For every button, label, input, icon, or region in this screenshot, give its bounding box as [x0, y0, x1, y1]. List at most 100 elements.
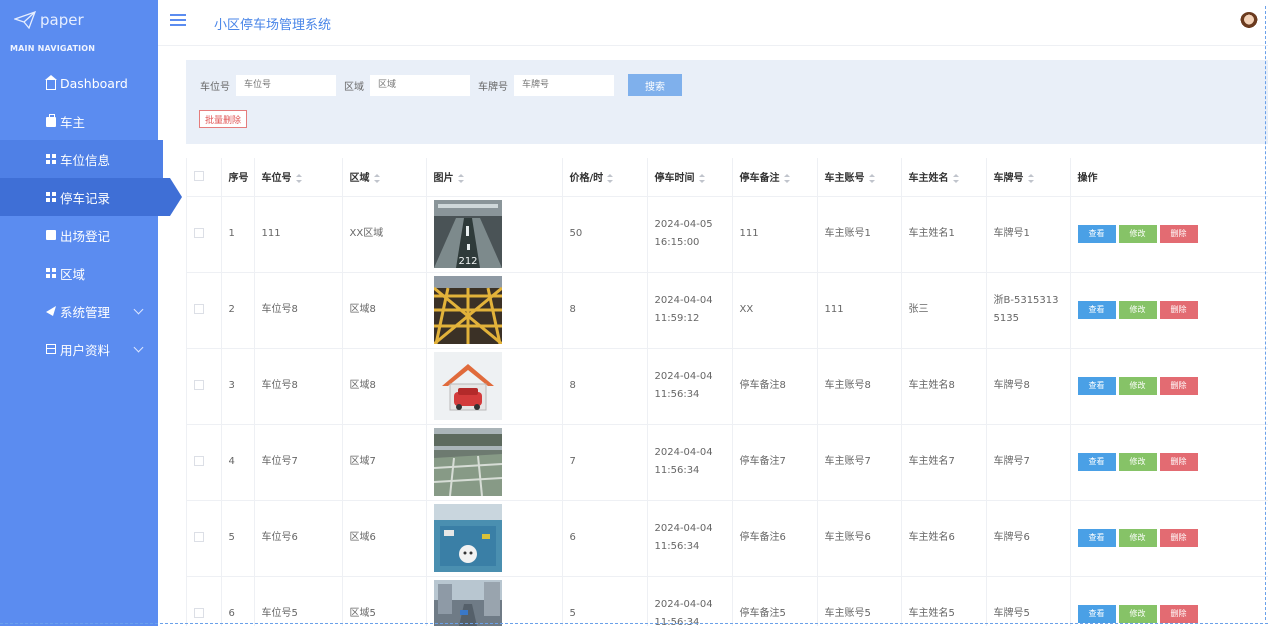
garage-car-icon-image[interactable] [433, 352, 502, 420]
sidebar-item-label: 用户资料 [60, 342, 111, 358]
sidebar-item-label: 车位信息 [60, 152, 111, 168]
street-parking-image[interactable] [433, 580, 502, 626]
col-header-price[interactable]: 价格/时 [562, 158, 648, 197]
row-checkbox[interactable] [194, 532, 204, 542]
sort-icon[interactable] [457, 173, 464, 183]
sort-icon[interactable] [952, 173, 959, 183]
search-row: 车位号 区域 车牌号 搜索 [200, 74, 682, 96]
cell-account: 111 [817, 272, 902, 349]
sort-icon[interactable] [783, 173, 790, 183]
col-header-area[interactable]: 区域 [342, 158, 427, 197]
cell-index: 2 [221, 272, 255, 349]
delete-button[interactable]: 删除 [1159, 604, 1198, 623]
cell-price: 50 [562, 196, 648, 273]
cell-account: 车主账号5 [817, 576, 902, 626]
cell-note: 停车备注6 [732, 500, 818, 577]
col-header-plate[interactable]: 车牌号 [986, 158, 1071, 197]
sort-icon[interactable] [1027, 173, 1034, 183]
cell-time: 2024-04-04 11:56:34 [647, 500, 733, 577]
view-button[interactable]: 查看 [1077, 224, 1116, 243]
cell-area: 区域7 [342, 424, 427, 501]
col-header-spot[interactable]: 车位号 [254, 158, 343, 197]
cell-index: 4 [221, 424, 255, 501]
cell-spot: 车位号8 [254, 348, 343, 425]
hamburger-menu-icon[interactable] [170, 14, 186, 28]
col-header-name[interactable]: 车主姓名 [901, 158, 987, 197]
cell-time: 2024-04-04 11:59:12 [647, 272, 733, 349]
plate-input[interactable] [514, 74, 614, 96]
sidebar-item-dashboard[interactable]: Dashboard [0, 64, 158, 102]
sidebar-item-label: Dashboard [60, 75, 128, 91]
cell-actions: 查看 修改 删除 [1070, 500, 1268, 577]
select-all-checkbox[interactable] [194, 171, 204, 182]
cell-plate: 车牌号6 [986, 500, 1071, 577]
col-header-image[interactable]: 图片 [426, 158, 563, 197]
grid-icon [46, 154, 56, 164]
cell-spot: 车位号8 [254, 272, 343, 349]
table-header-row: 序号 车位号 区域 图片 价格/时 停车时间 停车备注 车主账号 车主姓名 车牌… [187, 158, 1268, 197]
paper-plane-icon [14, 11, 36, 29]
sort-icon[interactable] [698, 173, 705, 183]
briefcase-icon [46, 114, 56, 127]
sidebar-item-owner[interactable]: 车主 [0, 102, 158, 140]
delete-button[interactable]: 删除 [1159, 224, 1198, 243]
delete-button[interactable]: 删除 [1159, 528, 1198, 547]
sidebar-item-parking-record[interactable]: 停车记录 [0, 178, 182, 216]
sidebar-item-exit-registration[interactable]: 出场登记 [0, 216, 158, 254]
sidebar-item-system-management[interactable]: 系统管理 [0, 292, 158, 330]
row-checkbox[interactable] [194, 228, 204, 238]
sidebar-item-parking-spot[interactable]: 车位信息 [0, 140, 163, 178]
edit-button[interactable]: 修改 [1118, 224, 1157, 243]
row-checkbox[interactable] [194, 304, 204, 314]
col-header-account[interactable]: 车主账号 [817, 158, 902, 197]
sort-icon[interactable] [607, 173, 614, 183]
edit-button[interactable]: 修改 [1118, 528, 1157, 547]
delete-button[interactable]: 删除 [1159, 300, 1198, 319]
row-checkbox[interactable] [194, 456, 204, 466]
edit-button[interactable]: 修改 [1118, 452, 1157, 471]
cell-note: XX [732, 272, 818, 349]
cell-account: 车主账号1 [817, 196, 902, 273]
batch-delete-button[interactable]: 批量删除 [199, 110, 248, 128]
sort-icon[interactable] [295, 173, 302, 183]
row-checkbox[interactable] [194, 608, 204, 618]
view-button[interactable]: 查看 [1077, 528, 1116, 547]
grass-parking-image[interactable] [433, 428, 502, 496]
edit-button[interactable]: 修改 [1118, 376, 1157, 395]
view-button[interactable]: 查看 [1077, 604, 1116, 623]
view-button[interactable]: 查看 [1077, 452, 1116, 471]
sidebar-item-user-profile[interactable]: 用户资料 [0, 330, 158, 368]
cell-note: 停车备注7 [732, 424, 818, 501]
parking-garage-image[interactable]: 212 [433, 200, 502, 268]
top-header: 小区停车场管理系统 [158, 0, 1268, 46]
delete-button[interactable]: 删除 [1159, 376, 1198, 395]
col-header-note[interactable]: 停车备注 [732, 158, 818, 197]
row-checkbox[interactable] [194, 380, 204, 390]
send-icon [46, 306, 56, 316]
table-row: 6 车位号5 区域5 5 2024-04-04 11:56:34 停车备注5 车… [187, 576, 1268, 626]
view-button[interactable]: 查看 [1077, 376, 1116, 395]
cell-area: 区域6 [342, 500, 427, 577]
cell-time: 2024-04-04 11:56:34 [647, 348, 733, 425]
cell-name: 车主姓名1 [901, 196, 987, 273]
col-header-index: 序号 [221, 158, 255, 197]
sort-icon[interactable] [868, 173, 875, 183]
delete-button[interactable]: 删除 [1159, 452, 1198, 471]
home-icon [45, 75, 57, 90]
search-button[interactable]: 搜索 [628, 74, 682, 96]
avatar[interactable] [1240, 12, 1258, 30]
area-input[interactable] [370, 74, 470, 96]
sort-icon[interactable] [373, 173, 380, 183]
edit-button[interactable]: 修改 [1118, 604, 1157, 623]
view-button[interactable]: 查看 [1077, 300, 1116, 319]
cell-note: 111 [732, 196, 818, 273]
edit-button[interactable]: 修改 [1118, 300, 1157, 319]
grid-lot-image[interactable] [433, 276, 502, 344]
spot-input[interactable] [236, 74, 336, 96]
sidebar-item-label: 区域 [60, 266, 86, 282]
cell-price: 6 [562, 500, 648, 577]
painted-lot-image[interactable] [433, 504, 502, 572]
col-header-time[interactable]: 停车时间 [647, 158, 733, 197]
logo[interactable]: paper [0, 0, 158, 40]
sidebar-item-area[interactable]: 区域 [0, 254, 158, 292]
